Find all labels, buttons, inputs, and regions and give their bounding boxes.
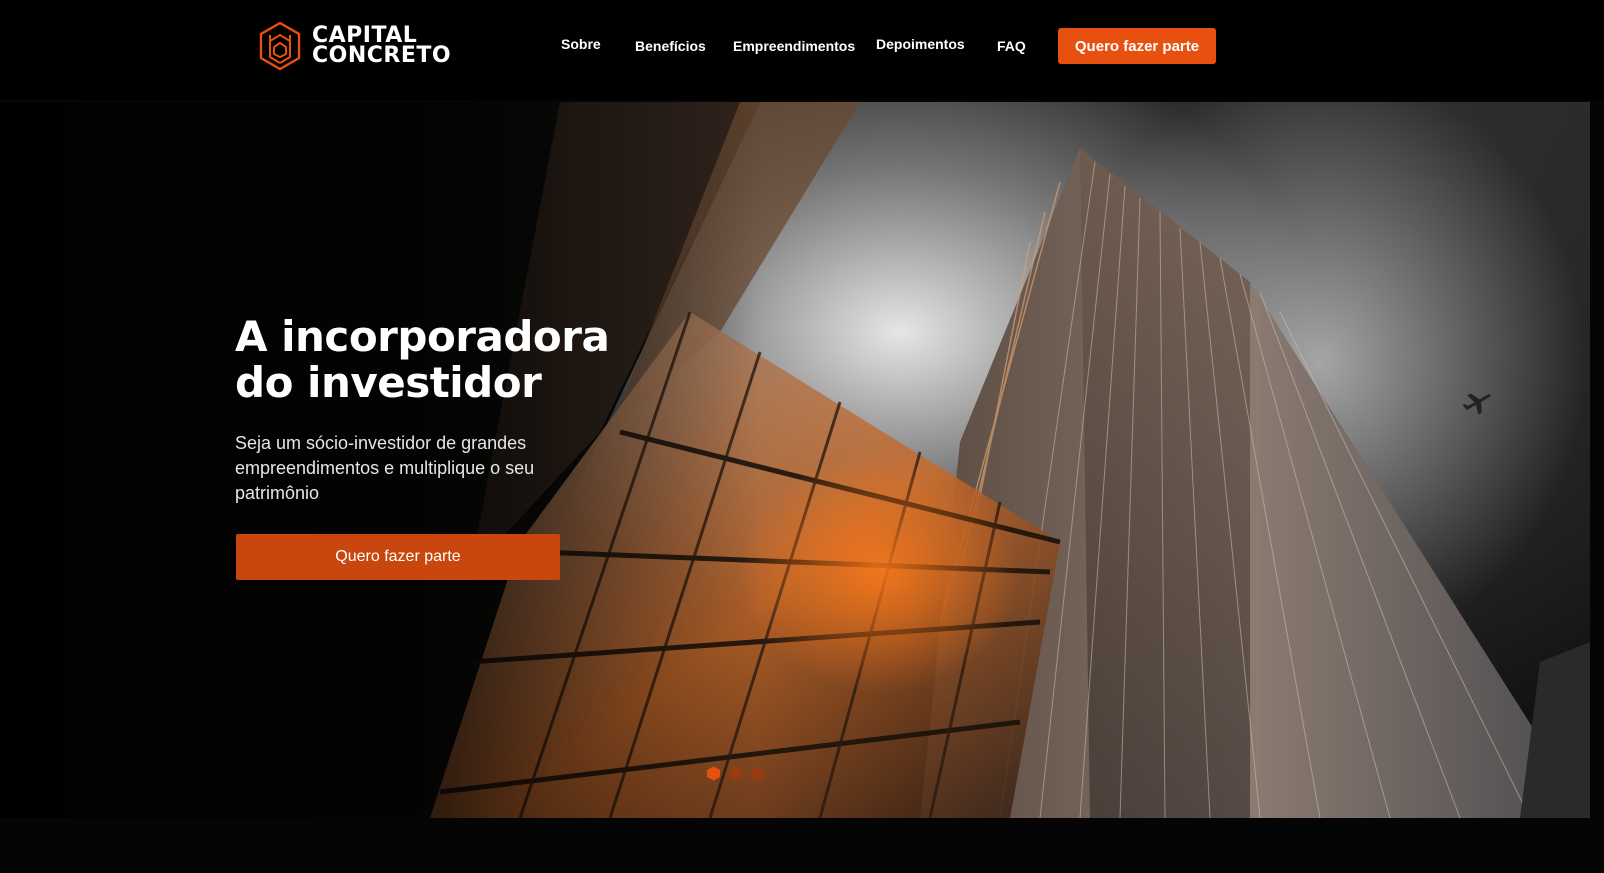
carousel-dot-2-hexagon-icon[interactable]: [728, 766, 743, 781]
carousel-dot-3-hexagon-icon[interactable]: [750, 766, 765, 781]
nav-item-beneficios[interactable]: Benefícios: [635, 38, 706, 54]
hero-title: A incorporadora do investidor: [235, 314, 655, 406]
nav-item-depoimentos[interactable]: Depoimentos: [876, 36, 965, 52]
hero-cta-button[interactable]: Quero fazer parte: [236, 534, 560, 580]
nav-item-sobre[interactable]: Sobre: [561, 36, 601, 52]
carousel-pagination: [706, 766, 765, 781]
airplane-icon: [1462, 393, 1491, 415]
carousel-dot-1-hexagon-icon[interactable]: [706, 766, 721, 781]
hero-banner: A incorporadora do investidor Seja um só…: [0, 102, 1590, 818]
nav-item-empreendimentos[interactable]: Empreendimentos: [733, 38, 855, 54]
hero-subtitle: Seja um sócio-investidor de grandes empr…: [235, 433, 535, 503]
hero-title-line-1: A incorporadora: [235, 312, 610, 361]
header-cta-button[interactable]: Quero fazer parte: [1058, 28, 1216, 64]
nav-item-faq[interactable]: FAQ: [997, 38, 1026, 54]
main-nav: Sobre Benefícios Empreendimentos Depoime…: [0, 36, 1604, 56]
site-header: CAPITAL CONCRETO Sobre Benefícios Empree…: [0, 0, 1604, 100]
hero-title-line-2: do investidor: [235, 358, 542, 407]
